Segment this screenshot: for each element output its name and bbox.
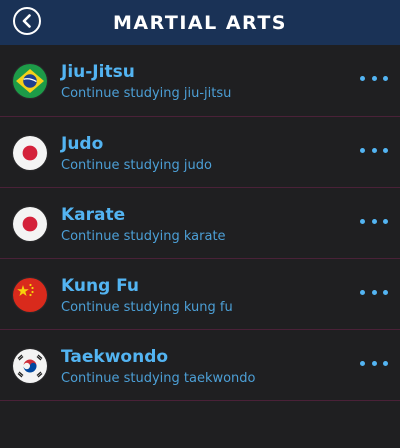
japan-flag-icon <box>13 136 47 170</box>
more-options-icon[interactable] <box>360 287 388 297</box>
item-title: Taekwondo <box>61 347 169 367</box>
item-title: Karate <box>61 205 126 225</box>
item-subtitle: Continue studying kung fu <box>61 300 233 315</box>
item-subtitle: Continue studying judo <box>61 158 212 173</box>
more-options-icon[interactable] <box>360 216 388 226</box>
chevron-left-icon <box>22 14 31 28</box>
list-item-kung-fu[interactable]: Kung Fu Continue studying kung fu <box>0 259 400 330</box>
south-korea-flag-icon <box>13 349 47 383</box>
page-title: MARTIAL ARTS <box>113 12 287 34</box>
china-flag-icon <box>13 278 47 312</box>
more-options-icon[interactable] <box>360 358 388 368</box>
list-item-taekwondo[interactable]: Taekwondo Continue studying taekwondo <box>0 330 400 401</box>
martial-arts-list: Jiu-Jitsu Continue studying jiu-jitsu Ju… <box>0 45 400 401</box>
item-subtitle: Continue studying karate <box>61 229 226 244</box>
item-title: Jiu-Jitsu <box>61 62 135 82</box>
item-title: Judo <box>61 134 104 154</box>
item-subtitle: Continue studying jiu-jitsu <box>61 86 232 101</box>
brazil-flag-icon <box>13 64 47 98</box>
app-screen: MARTIAL ARTS Jiu-Jitsu Continue studying… <box>0 0 400 448</box>
list-item-karate[interactable]: Karate Continue studying karate <box>0 188 400 259</box>
more-options-icon[interactable] <box>360 145 388 155</box>
more-options-icon[interactable] <box>360 73 388 83</box>
back-button[interactable] <box>13 7 41 35</box>
header-bar: MARTIAL ARTS <box>0 0 400 45</box>
list-item-jiu-jitsu[interactable]: Jiu-Jitsu Continue studying jiu-jitsu <box>0 45 400 117</box>
item-title: Kung Fu <box>61 276 140 296</box>
list-item-judo[interactable]: Judo Continue studying judo <box>0 117 400 188</box>
japan-flag-icon <box>13 207 47 241</box>
item-subtitle: Continue studying taekwondo <box>61 371 256 386</box>
